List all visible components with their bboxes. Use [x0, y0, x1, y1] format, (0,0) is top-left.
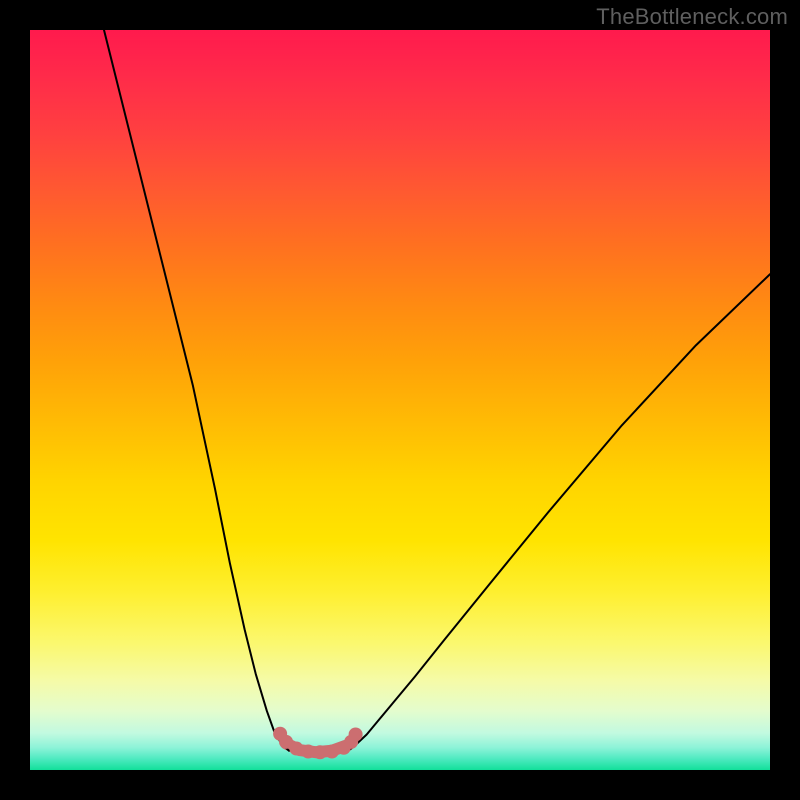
plot-area: [30, 30, 770, 770]
left-branch-line: [104, 30, 289, 751]
watermark-label: TheBottleneck.com: [596, 4, 788, 30]
curve-layer: [30, 30, 770, 770]
trough-markers: [273, 727, 362, 760]
chart-frame: TheBottleneck.com: [0, 0, 800, 800]
right-branch-line: [348, 274, 770, 751]
